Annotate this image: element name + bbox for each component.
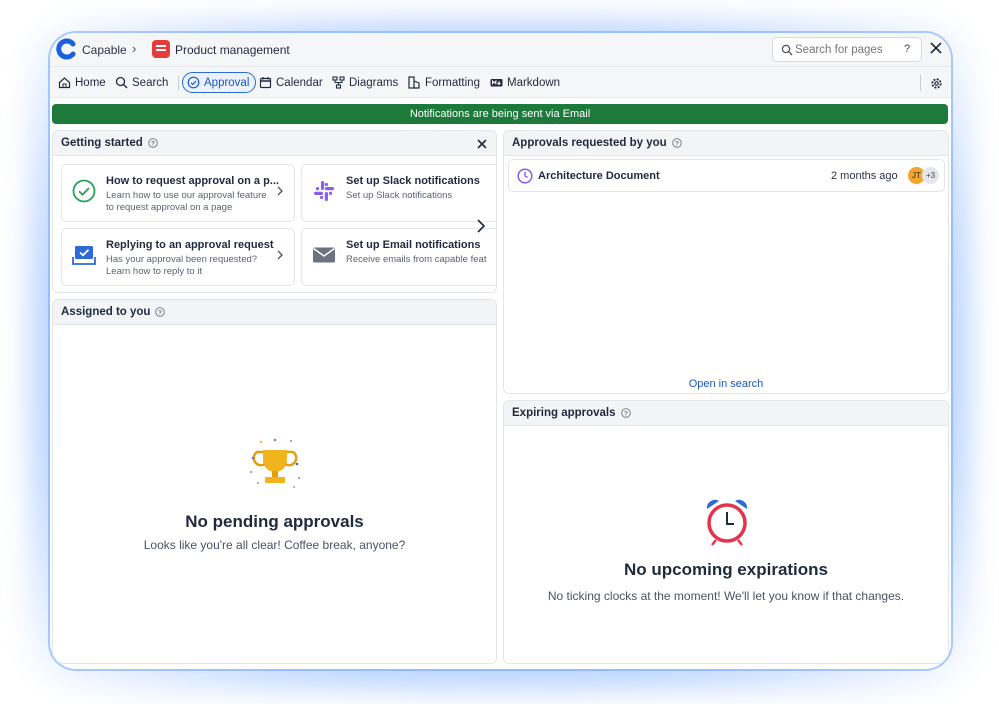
nav-calendar-label: Calendar: [276, 76, 323, 89]
nav-approval[interactable]: Approval: [182, 72, 257, 93]
check-circle-icon: [187, 76, 200, 89]
search-input[interactable]: [795, 42, 895, 58]
search-icon: [115, 76, 128, 89]
card-title: Set up Email notifications: [346, 239, 481, 251]
nav-markdown[interactable]: Markdown: [490, 72, 560, 93]
getting-started-header: Getting started ?: [53, 131, 496, 156]
nav-home-label: Home: [75, 76, 106, 89]
notification-banner: Notifications are being sent via Email: [52, 104, 948, 124]
page-breadcrumb[interactable]: Product management: [175, 43, 290, 57]
nav-markdown-label: Markdown: [507, 76, 561, 89]
empty-state-title: No upcoming expirations: [623, 560, 829, 579]
app-window: Capable › Product management ? Home Sear…: [50, 33, 951, 669]
close-icon[interactable]: [477, 139, 487, 149]
empty-state-description: Looks like you're all clear! Coffee brea…: [143, 538, 406, 552]
formatting-icon: [408, 76, 420, 89]
assigned-header: Assigned to you ?: [53, 300, 496, 325]
expiring-title: Expiring approvals: [512, 407, 616, 419]
slack-icon: [314, 181, 334, 201]
breadcrumb-chevron-icon: ›: [132, 41, 137, 56]
card-description: Has your approval been requested? Learn …: [106, 254, 258, 277]
nav-home[interactable]: Home: [58, 72, 106, 93]
capable-logo-icon: [56, 38, 76, 60]
approval-row[interactable]: Architecture Document 2 months ago JT +3: [508, 159, 945, 192]
empty-state-title: No pending approvals: [185, 512, 364, 531]
card-slack-notifications[interactable]: Set up Slack notifications Set up Slack …: [301, 164, 496, 222]
getting-started-title: Getting started: [61, 137, 143, 149]
nav-search-label: Search: [132, 76, 169, 89]
search-icon: [781, 44, 793, 56]
nav-bar: Home Search Approval Calendar Diagrams F…: [50, 67, 951, 98]
requested-panel: Approvals requested by you ? Architectur…: [503, 130, 949, 394]
nav-diagrams-label: Diagrams: [349, 76, 399, 89]
card-title: Replying to an approval request: [106, 239, 274, 251]
diagram-icon: [332, 76, 345, 89]
nav-calendar[interactable]: Calendar: [259, 72, 323, 93]
chevron-right-icon: [277, 186, 283, 196]
inbox-check-icon: [72, 246, 96, 265]
card-title: How to request approval on a p...: [106, 175, 279, 187]
nav-diagrams[interactable]: Diagrams: [332, 72, 398, 93]
requested-title: Approvals requested by you: [512, 137, 667, 149]
expiring-panel: Expiring approvals ? No upcoming expirat…: [503, 400, 949, 664]
card-request-approval[interactable]: How to request approval on a p... Learn …: [61, 164, 295, 222]
alarm-clock-icon: [706, 499, 748, 546]
card-description: Learn how to use our approval feature to…: [106, 190, 267, 213]
empty-state-description: No ticking clocks at the moment! We'll l…: [547, 589, 905, 603]
more-avatars-badge: +3: [922, 167, 939, 184]
help-icon[interactable]: ?: [671, 138, 682, 148]
open-in-search-link[interactable]: Open in search: [504, 378, 948, 390]
svg-text:?: ?: [158, 309, 162, 316]
page-icon: [152, 40, 170, 58]
card-title: Set up Slack notifications: [346, 175, 480, 187]
help-icon[interactable]: ?: [155, 307, 166, 317]
svg-text:?: ?: [151, 140, 155, 147]
getting-started-panel: Getting started ? How to request approva…: [52, 130, 497, 293]
page-search-box[interactable]: ?: [772, 37, 922, 62]
title-bar: Capable › Product management ?: [50, 33, 951, 67]
gear-icon[interactable]: [930, 77, 943, 90]
nav-formatting-label: Formatting: [425, 76, 480, 89]
assigned-panel: Assigned to you ? No pending approvals L…: [52, 299, 497, 664]
card-description: Set up Slack notifications: [346, 190, 453, 201]
nav-separator: [920, 75, 921, 91]
check-circle-icon: [72, 179, 96, 203]
nav-separator: [178, 76, 179, 90]
close-icon[interactable]: [929, 41, 943, 55]
home-icon: [58, 77, 71, 89]
assigned-title: Assigned to you: [61, 306, 151, 318]
trophy-icon: [249, 438, 301, 489]
chevron-right-icon: [277, 250, 283, 260]
calendar-icon: [259, 77, 272, 89]
nav-search[interactable]: Search: [115, 72, 168, 93]
clock-icon: [517, 168, 533, 184]
expiring-header: Expiring approvals ?: [504, 401, 948, 426]
approval-time: 2 months ago: [831, 170, 898, 182]
card-description: Receive emails from capable feat: [346, 254, 487, 265]
svg-text:?: ?: [624, 410, 628, 417]
search-help-button[interactable]: ?: [904, 43, 910, 55]
mail-icon: [313, 247, 335, 263]
nav-formatting[interactable]: Formatting: [408, 72, 480, 93]
approval-page-name[interactable]: Architecture Document: [538, 170, 660, 182]
svg-text:?: ?: [675, 140, 679, 147]
app-name[interactable]: Capable: [82, 43, 127, 57]
markdown-icon: [490, 79, 503, 87]
help-icon[interactable]: ?: [620, 408, 631, 418]
card-reply-approval[interactable]: Replying to an approval request Has your…: [61, 228, 295, 286]
carousel-next-icon[interactable]: [476, 218, 486, 234]
nav-approval-label: Approval: [204, 76, 250, 89]
help-icon[interactable]: ?: [148, 138, 158, 148]
card-email-notifications[interactable]: Set up Email notifications Receive email…: [301, 228, 496, 286]
requested-header: Approvals requested by you ?: [504, 131, 948, 156]
